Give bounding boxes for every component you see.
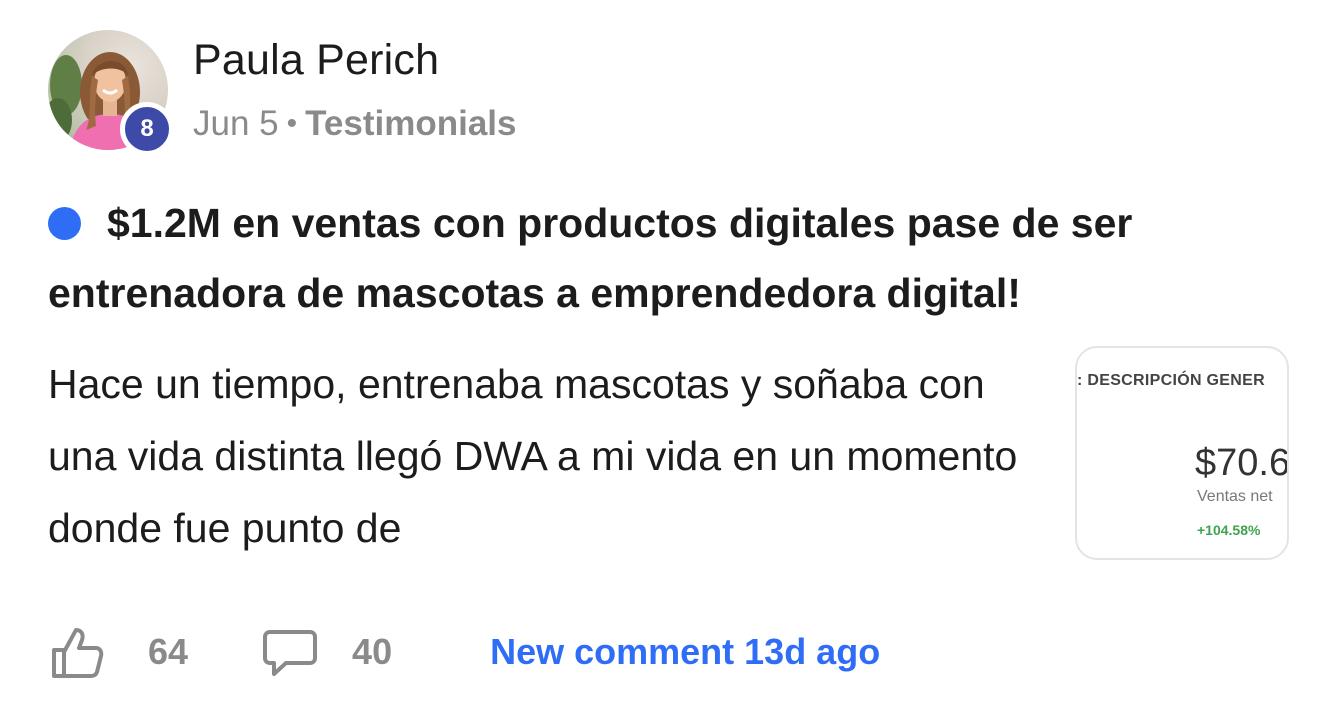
post-category[interactable]: Testimonials: [305, 104, 516, 144]
like-count: 64: [148, 631, 189, 672]
unread-dot-icon: [48, 207, 81, 240]
thumbnail-value: $70.6: [1195, 442, 1289, 484]
meta-separator: •: [286, 107, 298, 140]
new-comment-link[interactable]: New comment 13d ago: [490, 631, 880, 673]
author-name[interactable]: Paula Perich: [193, 36, 439, 85]
level-badge: 8: [120, 102, 174, 156]
post-title-container[interactable]: $1.2M en ventas con productos digitales …: [48, 188, 1278, 328]
post-thumbnail[interactable]: : DESCRIPCIÓN GENER $70.6 Ventas net +10…: [1075, 346, 1289, 560]
post-card: 8 Paula Perich Jun 5 • Testimonials $1.2…: [0, 0, 1320, 718]
post-title[interactable]: $1.2M en ventas con productos digitales …: [48, 200, 1132, 316]
thumbs-up-icon: [52, 628, 104, 678]
speech-bubble-icon: [263, 630, 318, 676]
post-actions: 64 40 New comment 13d ago: [48, 622, 880, 682]
thumbnail-change: +104.58%: [1197, 522, 1261, 538]
post-preview-text[interactable]: Hace un tiempo, entrenaba mascotas y soñ…: [48, 348, 1028, 564]
like-button[interactable]: 64: [48, 624, 188, 680]
comment-button[interactable]: 40: [262, 624, 392, 680]
post-meta: Jun 5 • Testimonials: [193, 104, 517, 144]
thumbnail-header: : DESCRIPCIÓN GENER: [1077, 372, 1265, 389]
post-date: Jun 5: [193, 104, 279, 143]
author-avatar-wrapper[interactable]: 8: [48, 30, 174, 156]
comment-count: 40: [352, 631, 393, 672]
thumbnail-label: Ventas net: [1197, 488, 1273, 505]
